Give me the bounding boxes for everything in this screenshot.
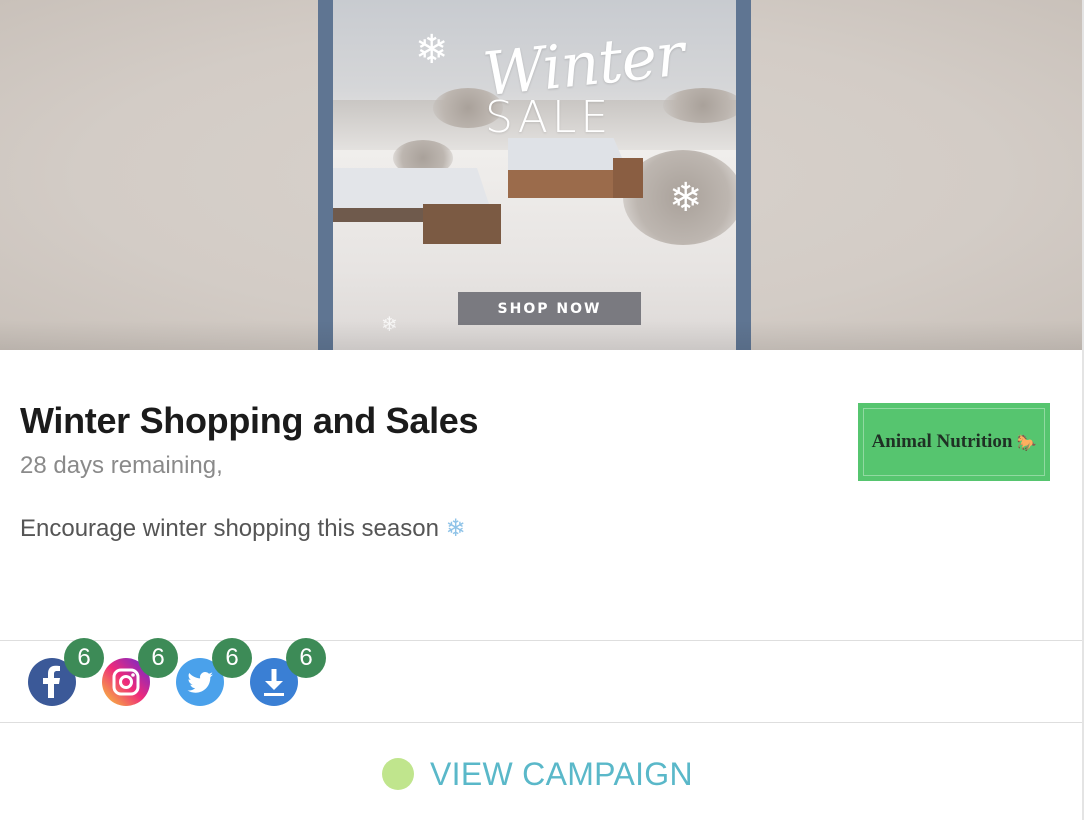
campaign-card: Winter SALE ❄ ❄ ❄ SHOP NOW Winter Shoppi… (0, 0, 1084, 820)
campaign-banner[interactable]: Winter SALE ❄ ❄ ❄ SHOP NOW (0, 0, 1082, 350)
view-campaign-label: VIEW CAMPAIGN (430, 755, 693, 792)
brand-name: Animal Nutrition (871, 431, 1013, 452)
winter-sale-ad[interactable]: Winter SALE ❄ ❄ ❄ SHOP NOW (318, 0, 751, 350)
status-indicator (382, 758, 414, 790)
horse-icon: 🐎 (1016, 432, 1037, 452)
barn-right (508, 138, 658, 208)
facebook-count-badge: 6 (64, 638, 104, 678)
brand-logo: Animal Nutrition 🐎 (858, 403, 1050, 481)
winter-landscape-image: Winter SALE ❄ ❄ ❄ SHOP NOW (333, 0, 736, 350)
download-count-badge: 6 (286, 638, 326, 678)
days-remaining: 28 days remaining, (20, 452, 223, 479)
snowflake-icon: ❄ (381, 312, 398, 336)
twitter-count-badge: 6 (212, 638, 252, 678)
divider (0, 722, 1082, 723)
instagram-count-badge: 6 (138, 638, 178, 678)
shop-now-button[interactable]: SHOP NOW (458, 292, 641, 325)
snowflake-icon: ❄ (415, 27, 449, 73)
description-text: Encourage winter shopping this season (20, 515, 439, 542)
headline-sale: SALE (485, 92, 613, 143)
campaign-description: Encourage winter shopping this season ❄ (20, 514, 466, 543)
barn-left (333, 168, 513, 248)
snowflake-icon: ❄ (669, 175, 703, 221)
snowflake-icon: ❄ (445, 515, 466, 542)
view-campaign-link[interactable]: VIEW CAMPAIGN (382, 752, 693, 796)
campaign-title: Winter Shopping and Sales (20, 400, 479, 441)
tree-cluster (663, 88, 736, 123)
